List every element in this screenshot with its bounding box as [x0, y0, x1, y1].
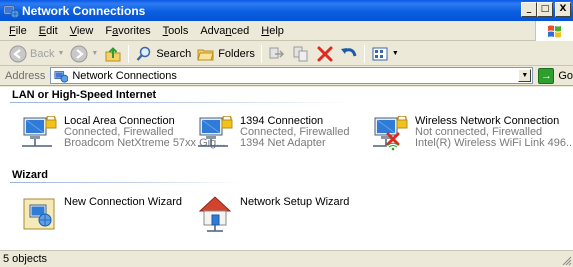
- folders-icon: [197, 49, 214, 60]
- address-input[interactable]: Network Connections ▼: [50, 67, 534, 84]
- move-to-icon: [269, 47, 284, 58]
- up-folder-icon: [105, 46, 121, 61]
- toolbar: Back ▼ ▼ Search Folders ▼: [0, 42, 573, 66]
- menu-help[interactable]: Help: [255, 25, 290, 37]
- group-header-wizard: Wizard: [12, 169, 48, 181]
- address-bar: Address Network Connections ▼ → Go: [0, 66, 573, 86]
- up-button[interactable]: [101, 43, 125, 65]
- menu-label: vorites: [118, 24, 151, 37]
- windows-logo: [535, 21, 573, 41]
- window-title: Network Connections: [22, 3, 146, 18]
- group-divider: [10, 182, 240, 183]
- go-icon: →: [538, 67, 555, 84]
- address-dropdown-button[interactable]: ▼: [518, 69, 532, 82]
- go-button[interactable]: → Go: [538, 67, 573, 84]
- toolbar-separator: [128, 44, 130, 63]
- delete-button[interactable]: [313, 43, 337, 65]
- window-controls: _ □ X: [521, 2, 571, 17]
- back-icon: [9, 45, 27, 62]
- network-connections-icon: [54, 70, 69, 83]
- lan-connection-icon: [198, 116, 233, 147]
- undo-icon: [340, 47, 357, 56]
- connection-device: 1394 Net Adapter: [240, 137, 326, 149]
- menu-accesskey: F: [9, 24, 16, 37]
- maximize-button[interactable]: □: [537, 2, 553, 17]
- minimize-button[interactable]: _: [521, 2, 537, 17]
- connection-device: Intel(R) Wireless WiFi Link 496...: [415, 137, 573, 149]
- folders-button[interactable]: Folders: [194, 43, 258, 65]
- menu-file[interactable]: File: [3, 25, 33, 37]
- back-label: Back: [30, 47, 55, 60]
- menu-label: ile: [15, 24, 27, 37]
- menu-accesskey: V: [69, 24, 77, 37]
- folders-label: Folders: [218, 47, 255, 60]
- connection-local-area[interactable]: Local Area Connection Connected, Firewal…: [21, 116, 225, 156]
- group-header-lan: LAN or High-Speed Internet: [12, 89, 157, 101]
- connection-text: Wireless Network Connection Not connecte…: [415, 116, 573, 149]
- menu-label: elp: [269, 24, 284, 37]
- wizard-text: New Connection Wizard: [64, 197, 182, 208]
- wizard-name: Network Setup Wizard: [240, 196, 350, 208]
- views-icon: [372, 47, 388, 60]
- menu-bar: File Edit View Favorites Tools Advanced …: [0, 21, 573, 41]
- menu-favorites[interactable]: Favorites: [99, 25, 156, 37]
- address-value: Network Connections: [72, 69, 177, 82]
- views-button[interactable]: ▼: [368, 43, 402, 65]
- views-dropdown-arrow: ▼: [391, 50, 399, 57]
- home-network-icon: [198, 196, 232, 232]
- forward-button[interactable]: ▼: [67, 43, 101, 65]
- status-bar: 5 objects: [0, 250, 573, 267]
- lan-connection-icon: [373, 116, 408, 151]
- back-dropdown-arrow: ▼: [57, 50, 65, 57]
- size-grip-icon[interactable]: [560, 254, 572, 266]
- menu-advanced[interactable]: Advanced: [194, 25, 255, 37]
- toolbar-separator: [260, 44, 262, 63]
- network-setup-wizard[interactable]: Network Setup Wizard: [197, 193, 367, 237]
- menu-edit[interactable]: Edit: [33, 25, 64, 37]
- menu-label: iew: [76, 24, 94, 37]
- menu-tools[interactable]: Tools: [157, 25, 195, 37]
- title-bar[interactable]: Network Connections _ □ X: [0, 0, 573, 21]
- menu-label: Adva: [200, 24, 226, 37]
- forward-icon: [70, 45, 88, 62]
- connection-1394[interactable]: 1394 Connection Connected, Firewalled 13…: [197, 116, 367, 156]
- wizard-name: New Connection Wizard: [64, 196, 182, 208]
- search-button[interactable]: Search: [132, 43, 194, 65]
- address-label: Address: [5, 69, 46, 82]
- copy-to-button[interactable]: [289, 43, 313, 65]
- undo-button[interactable]: [337, 43, 361, 65]
- menu-accesskey: E: [38, 24, 47, 37]
- group-divider: [10, 102, 350, 103]
- status-text: 5 objects: [3, 253, 48, 265]
- wireless-icon: [387, 142, 399, 151]
- search-icon: [136, 46, 151, 61]
- copy-to-icon: [293, 46, 308, 61]
- delete-icon: [317, 46, 333, 61]
- menu-label: dit: [46, 24, 58, 37]
- lan-connection-icon: [22, 116, 57, 147]
- connection-text: 1394 Connection Connected, Firewalled 13…: [240, 116, 349, 149]
- content-pane[interactable]: LAN or High-Speed Internet Local Area Co…: [0, 87, 573, 250]
- toolbar-separator: [363, 44, 365, 63]
- new-connection-wizard[interactable]: New Connection Wizard: [21, 196, 191, 236]
- menu-label: ools: [168, 24, 189, 37]
- connection-wireless[interactable]: Wireless Network Connection Not connecte…: [372, 116, 573, 156]
- forward-dropdown-arrow: ▼: [91, 50, 99, 57]
- windows-logo-icon: [548, 25, 561, 38]
- back-button[interactable]: Back ▼: [6, 43, 67, 65]
- wizard-text: Network Setup Wizard: [240, 197, 349, 208]
- move-to-button[interactable]: [265, 43, 289, 65]
- network-connections-icon: [3, 5, 19, 18]
- go-label: Go: [558, 69, 573, 82]
- close-button[interactable]: X: [555, 2, 571, 17]
- menu-label: ced: [231, 24, 250, 37]
- menu-view[interactable]: View: [64, 25, 100, 37]
- search-label: Search: [156, 47, 192, 60]
- wizard-icon: [23, 198, 55, 230]
